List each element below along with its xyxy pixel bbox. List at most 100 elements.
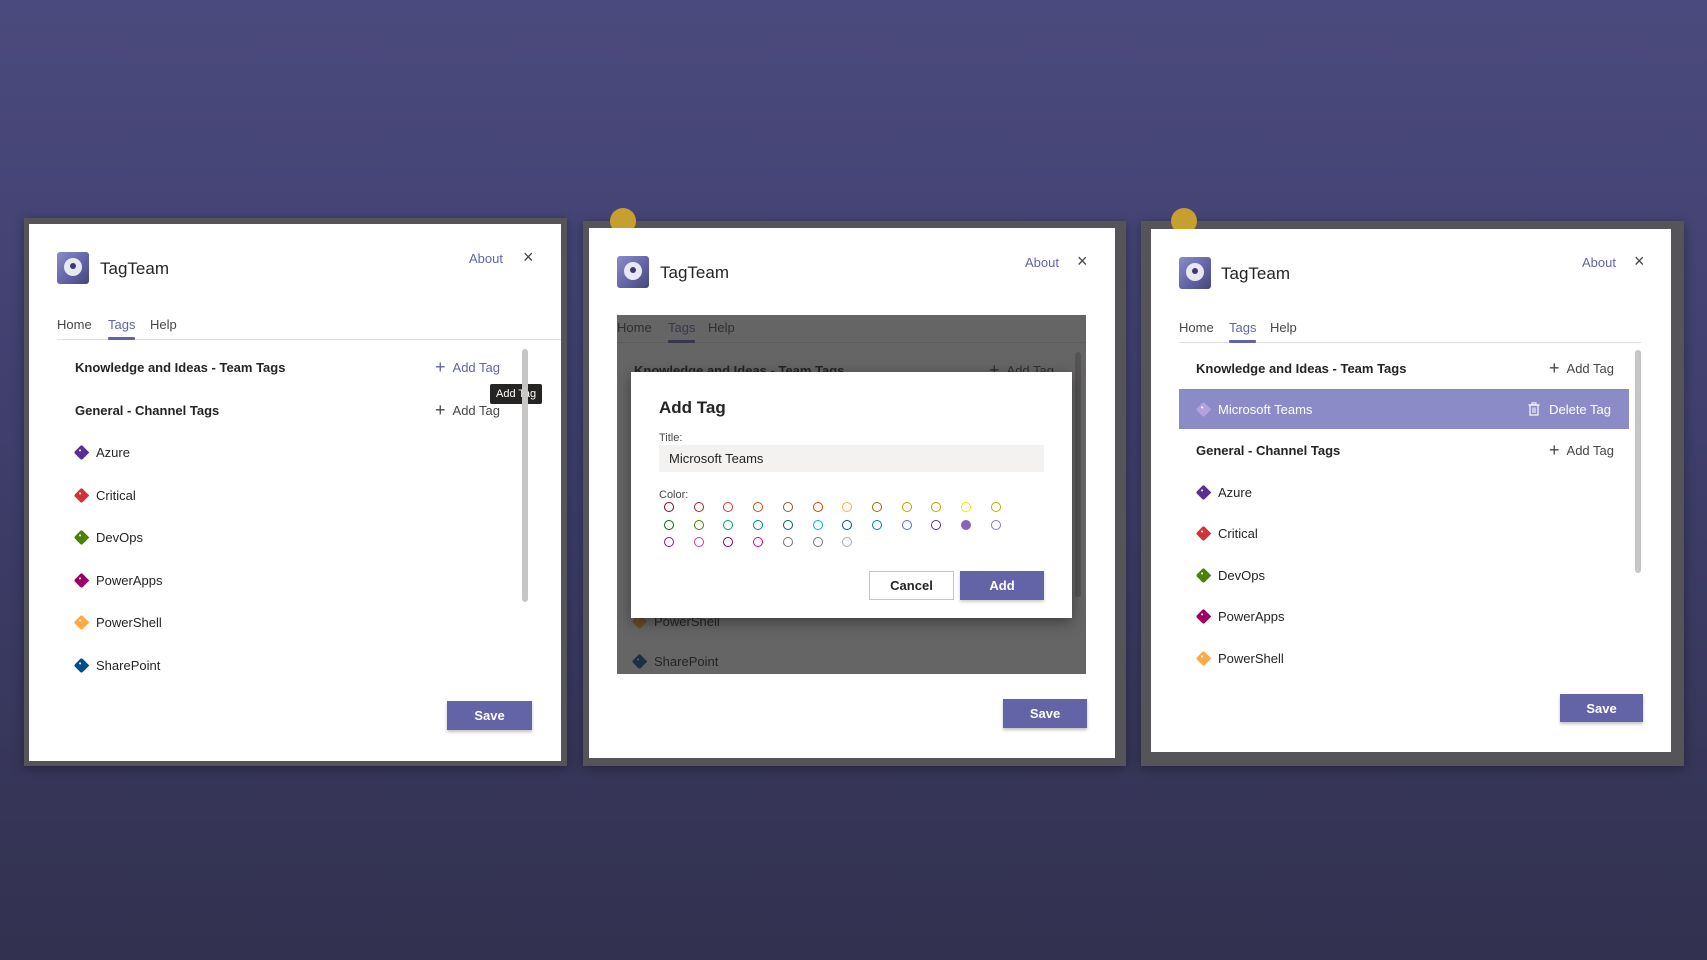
section-team-tags: Knowledge and Ideas - Team Tags + Add Ta… bbox=[1196, 348, 1614, 388]
dialog-title: Add Tag bbox=[659, 398, 726, 417]
color-swatch[interactable] bbox=[901, 519, 912, 530]
color-swatch[interactable] bbox=[664, 537, 674, 547]
plus-icon: + bbox=[435, 357, 446, 377]
plus-icon: + bbox=[435, 400, 446, 420]
section-title: General - Channel Tags bbox=[1196, 442, 1341, 458]
section-title: Knowledge and Ideas - Team Tags bbox=[75, 359, 286, 375]
color-swatch[interactable] bbox=[664, 502, 674, 512]
delete-tag-label: Delete Tag bbox=[1549, 401, 1611, 417]
tag-icon bbox=[73, 444, 90, 460]
delete-tag-button[interactable]: Delete Tag bbox=[1528, 389, 1611, 429]
color-swatch[interactable] bbox=[842, 502, 853, 512]
tag-icon bbox=[1195, 484, 1212, 500]
tag-icon bbox=[73, 572, 90, 588]
tag-row-powershell[interactable]: PowerShell bbox=[73, 602, 476, 642]
tag-icon bbox=[1195, 650, 1212, 666]
title-input[interactable] bbox=[659, 445, 1044, 472]
color-swatch[interactable] bbox=[871, 502, 882, 512]
color-swatch[interactable] bbox=[693, 519, 704, 530]
tag-row-powershell[interactable]: PowerShell bbox=[1195, 638, 1598, 678]
about-link[interactable]: About bbox=[1025, 255, 1059, 270]
save-button[interactable]: Save bbox=[1560, 694, 1643, 722]
tag-icon bbox=[1195, 608, 1212, 624]
tagteam-logo bbox=[57, 252, 89, 284]
scrollbar[interactable] bbox=[1635, 350, 1641, 573]
color-swatch[interactable] bbox=[723, 537, 734, 547]
color-swatch[interactable] bbox=[812, 502, 823, 512]
color-swatch[interactable] bbox=[990, 519, 1001, 530]
scrollbar[interactable] bbox=[522, 349, 528, 602]
color-swatch[interactable] bbox=[842, 537, 853, 547]
section-channel-tags: General - Channel Tags + Add Tag bbox=[1196, 430, 1614, 470]
add-tag-label: Add Tag bbox=[1566, 360, 1614, 376]
close-icon[interactable]: × bbox=[523, 248, 534, 266]
section-team-tags: Knowledge and Ideas - Team Tags + Add Ta… bbox=[75, 347, 500, 387]
add-tag-button[interactable]: + Add Tag bbox=[1549, 348, 1614, 388]
save-button[interactable]: Save bbox=[447, 701, 532, 730]
color-swatch[interactable] bbox=[931, 502, 942, 512]
color-swatch[interactable] bbox=[782, 519, 793, 530]
add-button[interactable]: Add bbox=[960, 571, 1044, 600]
color-swatch[interactable] bbox=[812, 537, 823, 547]
tag-row-sharepoint[interactable]: SharePoint bbox=[73, 645, 476, 685]
add-tag-button[interactable]: + Add Tag bbox=[435, 347, 500, 387]
tag-row-critical[interactable]: Critical bbox=[73, 475, 476, 515]
color-swatch[interactable] bbox=[693, 537, 704, 547]
tagteam-logo bbox=[1179, 257, 1211, 289]
title-label: Title: bbox=[659, 432, 683, 444]
about-link[interactable]: About bbox=[469, 251, 503, 266]
tag-label: PowerApps bbox=[1218, 608, 1285, 624]
tab-tags[interactable]: Tags bbox=[108, 317, 136, 340]
tab-tags[interactable]: Tags bbox=[1229, 320, 1257, 343]
tag-row-devops[interactable]: DevOps bbox=[1195, 555, 1598, 595]
color-swatch[interactable] bbox=[664, 519, 674, 530]
color-swatch[interactable] bbox=[753, 537, 764, 547]
app-title: TagTeam bbox=[1221, 264, 1290, 283]
tag-label: SharePoint bbox=[96, 657, 161, 673]
color-swatch[interactable] bbox=[753, 519, 764, 530]
color-swatch[interactable] bbox=[782, 502, 793, 512]
plus-icon: + bbox=[1549, 440, 1560, 460]
tab-home[interactable]: Home bbox=[57, 317, 92, 332]
add-tag-button[interactable]: + Add Tag bbox=[1549, 430, 1614, 470]
color-swatch[interactable] bbox=[901, 502, 912, 512]
color-swatch[interactable] bbox=[990, 502, 1001, 512]
add-tag-button[interactable]: + Add Tag bbox=[435, 390, 500, 430]
save-button[interactable]: Save bbox=[1003, 699, 1087, 728]
color-swatch[interactable] bbox=[812, 519, 823, 530]
color-swatch[interactable] bbox=[842, 519, 853, 530]
trash-icon bbox=[1528, 402, 1540, 416]
tag-row-devops[interactable]: DevOps bbox=[73, 517, 476, 557]
color-swatch[interactable] bbox=[693, 502, 704, 512]
color-swatch[interactable] bbox=[782, 537, 793, 547]
cancel-button[interactable]: Cancel bbox=[869, 571, 954, 600]
tag-row-azure[interactable]: Azure bbox=[1195, 472, 1598, 512]
tag-row-selected[interactable]: Microsoft Teams Delete Tag bbox=[1179, 389, 1629, 429]
color-swatch[interactable] bbox=[723, 519, 734, 530]
about-link[interactable]: About bbox=[1582, 255, 1616, 270]
color-swatch[interactable] bbox=[961, 502, 971, 512]
tag-row-powerapps[interactable]: PowerApps bbox=[73, 560, 476, 600]
tab-home[interactable]: Home bbox=[1179, 320, 1214, 335]
tag-label: Critical bbox=[1218, 525, 1258, 541]
tag-label: Azure bbox=[96, 444, 130, 460]
add-tag-label: Add Tag bbox=[452, 402, 500, 418]
section-channel-tags: General - Channel Tags + Add Tag bbox=[75, 390, 500, 430]
add-tag-label: Add Tag bbox=[1566, 442, 1614, 458]
tag-row-critical[interactable]: Critical bbox=[1195, 513, 1598, 553]
color-swatch-selected[interactable] bbox=[961, 519, 971, 530]
add-tag-dialog: Add Tag Title: Color: Cancel Add bbox=[631, 372, 1072, 618]
color-label: Color: bbox=[659, 489, 689, 501]
tab-help[interactable]: Help bbox=[150, 317, 177, 332]
color-swatch[interactable] bbox=[931, 519, 942, 530]
close-icon[interactable]: × bbox=[1634, 252, 1645, 270]
color-swatch[interactable] bbox=[723, 502, 734, 512]
tag-icon bbox=[1195, 401, 1212, 417]
close-icon[interactable]: × bbox=[1077, 252, 1088, 270]
tag-row-powerapps[interactable]: PowerApps bbox=[1195, 596, 1598, 636]
color-swatch[interactable] bbox=[871, 519, 882, 530]
tag-label: Critical bbox=[96, 487, 136, 503]
color-swatch[interactable] bbox=[753, 502, 764, 512]
tag-row-azure[interactable]: Azure bbox=[73, 432, 476, 472]
tab-help[interactable]: Help bbox=[1270, 320, 1297, 335]
